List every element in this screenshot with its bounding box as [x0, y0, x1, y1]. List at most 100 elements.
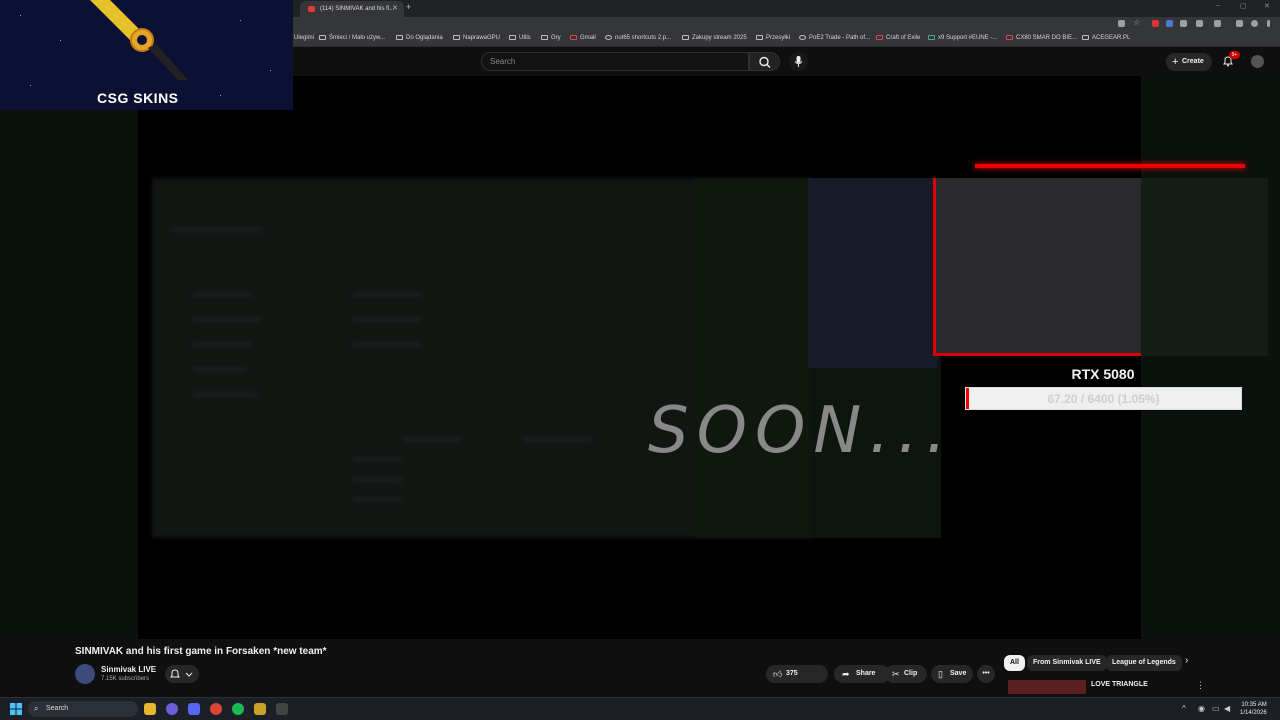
goal-progress-text: 67.20 / 6400 (1.05%)	[1047, 392, 1160, 406]
link-icon	[605, 35, 612, 40]
search-icon: ⌕	[34, 704, 39, 713]
bookmark[interactable]: Śmieci / Mało używ...	[319, 35, 385, 41]
chevron-right-icon[interactable]: ›	[1185, 655, 1188, 666]
close-window-icon[interactable]: ✕	[1264, 2, 1270, 10]
chip-from-channel[interactable]: From Sinmivak LIVE	[1027, 655, 1107, 671]
folder-icon	[453, 35, 460, 40]
create-button[interactable]: + Create	[1166, 53, 1212, 71]
star-icon[interactable]: ☆	[1133, 18, 1140, 27]
tray-app-icon[interactable]: ◉	[1198, 704, 1205, 713]
file-explorer-icon[interactable]	[144, 703, 156, 715]
puzzle-icon[interactable]	[1196, 20, 1203, 27]
extension-icon[interactable]	[1152, 20, 1159, 27]
voice-search-button[interactable]	[789, 52, 808, 71]
menu-icon[interactable]	[1267, 20, 1270, 27]
support-icon	[928, 35, 935, 40]
clock-time: 10:35 AM	[1241, 702, 1267, 708]
more-actions-button[interactable]: •••	[977, 665, 995, 683]
subscribed-bell-button[interactable]	[165, 665, 199, 683]
save-button[interactable]: ▯ Save	[931, 665, 973, 683]
ambient-right	[1141, 76, 1280, 639]
bookmark-icon: ▯	[938, 669, 943, 679]
bookmark[interactable]: Przesyłki	[756, 35, 790, 41]
chrome-icon[interactable]	[210, 703, 222, 715]
minimize-icon[interactable]: –	[1216, 2, 1220, 9]
channel-name[interactable]: Sinmivak LIVE	[101, 665, 156, 674]
notification-badge: 9+	[1229, 51, 1240, 59]
extension-icon[interactable]	[1180, 20, 1187, 27]
bookmark[interactable]: nut65 shortcuts 2.p...	[605, 35, 671, 41]
spotify-icon[interactable]	[232, 703, 244, 715]
clock-date: 1/14/2026	[1240, 710, 1267, 716]
bookmark[interactable]: NaprawaGPU	[453, 35, 500, 41]
volume-icon[interactable]: ◀	[1224, 704, 1230, 713]
discord-icon[interactable]	[188, 703, 200, 715]
account-avatar[interactable]	[1251, 55, 1264, 68]
tray-chevron-icon[interactable]: ^	[1182, 704, 1186, 713]
folder-icon	[682, 35, 689, 40]
windows-start-icon[interactable]	[10, 703, 22, 715]
taskbar-search[interactable]: ⌕ Search	[28, 701, 138, 717]
chip-league-of-legends[interactable]: League of Legends	[1106, 655, 1182, 671]
windows-taskbar: ⌕ Search ^ ◉ ▭ ◀ 10:35 AM 1/14/2026	[0, 697, 1280, 720]
ambient-left	[0, 76, 138, 639]
system-clock[interactable]: 10:35 AM 1/14/2026	[1240, 701, 1267, 717]
craft-icon	[876, 35, 883, 40]
blurred-art-panel	[808, 178, 938, 368]
bookmark[interactable]: Gmail	[570, 35, 596, 41]
channel-avatar[interactable]	[75, 664, 95, 684]
goal-progress-bar: 67.20 / 6400 (1.05%)	[965, 387, 1242, 410]
profile-icon[interactable]	[1251, 20, 1258, 27]
knife-graphic-icon	[90, 0, 188, 80]
app-icon[interactable]	[166, 703, 178, 715]
like-button[interactable]: 👍︎ 375	[766, 665, 828, 683]
extension-icon[interactable]	[1166, 20, 1173, 27]
search-input[interactable]: Search	[481, 52, 749, 71]
save-label: Save	[950, 670, 967, 677]
red-accent-line	[975, 164, 1245, 168]
sidebar-icon[interactable]	[1236, 20, 1243, 27]
clip-button[interactable]: ✂ Clip	[885, 665, 927, 683]
bookmark[interactable]: PoE2 Trade - Path of...	[799, 35, 870, 41]
folder-icon	[319, 35, 326, 40]
video-player[interactable]: SOON...	[138, 76, 1141, 639]
search-button[interactable]	[749, 52, 780, 71]
league-client-icon[interactable]	[254, 703, 266, 715]
create-label: Create	[1182, 58, 1204, 65]
plus-icon: +	[1172, 56, 1179, 68]
bookmark[interactable]: Utils	[509, 35, 531, 41]
bookmark[interactable]: CX80 SMAR DO BIE...	[1006, 35, 1077, 41]
bookmark[interactable]: Craft of Exile	[876, 35, 920, 41]
new-tab-icon[interactable]: +	[406, 2, 411, 12]
video-title: SINMIVAK and his first game in Forsaken …	[75, 646, 327, 657]
webcam-frame	[933, 178, 1141, 356]
bookmark[interactable]: Ulegimi	[294, 35, 314, 41]
bookmark[interactable]: Do Oglądania	[396, 35, 443, 41]
bookmark[interactable]: Gry	[541, 35, 561, 41]
related-video-title[interactable]: LOVE TRIANGLE	[1091, 681, 1148, 688]
app-icon[interactable]	[276, 703, 288, 715]
bookmark[interactable]: Zakupy stream 2025	[682, 35, 747, 41]
network-icon[interactable]: ▭	[1212, 704, 1220, 713]
share-button[interactable]: ➦ Share	[834, 665, 890, 683]
youtube-favicon-icon	[308, 6, 315, 12]
download-icon[interactable]	[1214, 20, 1221, 27]
scissors-icon: ✂	[892, 669, 900, 679]
more-vertical-icon[interactable]: ⋮	[1196, 680, 1205, 691]
bookmark[interactable]: ACEGEAR.PL	[1082, 35, 1130, 41]
folder-icon	[756, 35, 763, 40]
goal-title: RTX 5080	[1071, 366, 1135, 382]
thumbs-up-icon: 👍︎	[773, 669, 783, 679]
browser-tab[interactable]: (114) SINMIVAK and his fi... ✕	[300, 1, 404, 17]
subscriber-count: 7.15K subscribers	[101, 676, 150, 682]
folder-icon	[509, 35, 516, 40]
search-icon	[759, 56, 771, 68]
bookmark[interactable]: x9 Support #EUNE -...	[928, 35, 997, 41]
tab-title: (114) SINMIVAK and his fi...	[320, 6, 395, 12]
csg-skins-logo: CSG SKINS	[97, 90, 179, 106]
install-icon[interactable]	[1118, 20, 1125, 27]
related-video-thumbnail[interactable]	[1008, 680, 1086, 694]
chip-all[interactable]: All	[1004, 655, 1025, 671]
close-tab-icon[interactable]: ✕	[392, 1, 398, 17]
maximize-icon[interactable]: ▢	[1240, 2, 1247, 10]
